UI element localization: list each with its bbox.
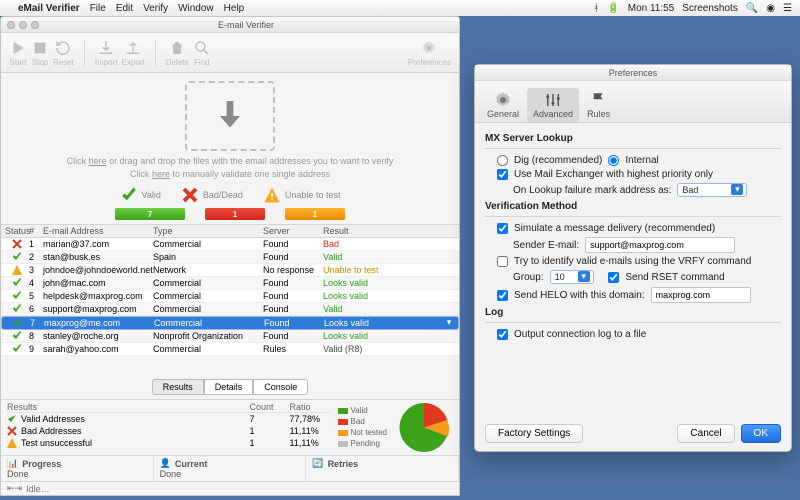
- section-log: Log: [485, 307, 781, 318]
- table-row[interactable]: 6support@maxprog.comCommercialFoundValid: [1, 303, 459, 316]
- check-mx-priority[interactable]: [497, 169, 508, 180]
- statusbar: ⇤⇥Idle…: [1, 481, 459, 495]
- reset-button[interactable]: Reset: [53, 39, 74, 67]
- flag-icon: [590, 91, 608, 109]
- retries-icon: 🔄: [312, 458, 323, 469]
- notification-icon[interactable]: ☰: [783, 3, 792, 14]
- check-simulate[interactable]: [497, 223, 508, 234]
- factory-settings-button[interactable]: Factory Settings: [485, 424, 583, 443]
- x-icon: [7, 426, 17, 436]
- bluetooth-icon[interactable]: ᚼ: [593, 3, 599, 14]
- progress-icon: 📊: [7, 458, 18, 469]
- table-row[interactable]: 9sarah@yahoo.comCommercialRulesValid (R8…: [1, 343, 459, 356]
- prefs-tab-general[interactable]: General: [481, 88, 525, 122]
- table-header: Status # E-mail Address Type Server Resu…: [1, 224, 459, 238]
- menubar-extra[interactable]: Screenshots: [682, 3, 738, 14]
- battery-icon[interactable]: 🔋: [607, 3, 619, 14]
- check-helo[interactable]: [497, 290, 508, 301]
- menu-edit[interactable]: Edit: [116, 3, 133, 14]
- table-row[interactable]: 4john@mac.comCommercialFoundLooks valid: [1, 277, 459, 290]
- legend: Valid Bad Not tested Pending: [336, 400, 389, 455]
- cancel-button[interactable]: Cancel: [677, 424, 734, 443]
- table-row[interactable]: 3johndoe@johndoeworld.netNetworkNo respo…: [1, 264, 459, 277]
- table-row[interactable]: 5helpdesk@maxprog.comCommercialFoundLook…: [1, 290, 459, 303]
- results-table[interactable]: Status # E-mail Address Type Server Resu…: [1, 224, 459, 375]
- stop-button[interactable]: Stop: [31, 39, 49, 67]
- unable-bar: 1: [285, 208, 345, 220]
- sender-email-field[interactable]: [585, 237, 735, 253]
- hint-link-2[interactable]: here: [152, 169, 170, 179]
- tab-console[interactable]: Console: [253, 379, 308, 395]
- ok-button[interactable]: OK: [741, 424, 781, 443]
- warning-icon: [263, 186, 281, 204]
- find-button[interactable]: Find: [193, 39, 211, 67]
- clock[interactable]: Mon 11:55: [628, 3, 675, 14]
- valid-bar: 7: [115, 208, 185, 220]
- import-button[interactable]: Import: [95, 39, 118, 67]
- warning-icon: [7, 438, 17, 448]
- prefs-toolbar: General Advanced Rules: [475, 81, 791, 123]
- menu-file[interactable]: File: [90, 3, 106, 14]
- menubar-app[interactable]: eMail Verifier: [18, 3, 80, 14]
- stat-valid: Valid: [120, 186, 161, 204]
- select-group[interactable]: 10: [550, 270, 594, 284]
- traffic-lights[interactable]: [7, 21, 39, 29]
- section-verif: Verification Method: [485, 201, 781, 212]
- pie-chart: [389, 400, 459, 455]
- check-icon: [7, 414, 17, 424]
- expand-icon[interactable]: ⇤⇥: [7, 483, 22, 494]
- select-failure[interactable]: Bad: [677, 183, 747, 197]
- gear-icon: [494, 91, 512, 109]
- hint-link-1[interactable]: here: [89, 156, 107, 166]
- main-titlebar: E-mail Verifier: [1, 17, 459, 33]
- stats-row: Valid Bad/Dead Unable to test: [1, 186, 459, 204]
- export-button[interactable]: Export: [122, 39, 145, 67]
- bad-bar: 1: [205, 208, 265, 220]
- main-title: E-mail Verifier: [39, 20, 453, 30]
- summary-panel: ResultsCountRatio Valid Addresses777,78%…: [1, 399, 459, 455]
- preferences-button[interactable]: Preferences: [408, 39, 451, 67]
- prefs-footer: Factory Settings Cancel OK: [475, 416, 791, 451]
- sliders-icon: [544, 91, 562, 109]
- bottom-tabs: Results Details Console: [1, 379, 459, 395]
- main-toolbar: Start Stop Reset Import Export Delete Fi…: [1, 33, 459, 73]
- mac-menubar: eMail Verifier File Edit Verify Window H…: [0, 0, 800, 16]
- radio-dig[interactable]: [497, 155, 508, 166]
- bottom-status: 📊ProgressDone 👤CurrentDone 🔄Retries: [1, 455, 459, 481]
- start-button[interactable]: Start: [9, 39, 27, 67]
- hint-text: Click here or drag and drop the files wi…: [1, 155, 459, 180]
- siri-icon[interactable]: ◉: [766, 3, 775, 14]
- main-window: E-mail Verifier Start Stop Reset Import …: [0, 16, 460, 496]
- menu-window[interactable]: Window: [178, 3, 214, 14]
- menu-verify[interactable]: Verify: [143, 3, 168, 14]
- spotlight-icon[interactable]: 🔍: [746, 3, 758, 14]
- section-mx: MX Server Lookup: [485, 133, 781, 144]
- preferences-window: Preferences General Advanced Rules MX Se…: [474, 64, 792, 452]
- prefs-body: MX Server Lookup Dig (recommended) Inter…: [475, 123, 791, 416]
- check-vrfy[interactable]: [497, 256, 508, 267]
- tab-results[interactable]: Results: [152, 379, 204, 395]
- check-icon: [120, 186, 138, 204]
- check-rset[interactable]: [608, 272, 619, 283]
- table-row[interactable]: 1marian@37.comCommercialFoundBad: [1, 238, 459, 251]
- menu-help[interactable]: Help: [224, 3, 245, 14]
- dropzone[interactable]: [185, 81, 275, 151]
- radio-internal[interactable]: [608, 155, 619, 166]
- check-log-file[interactable]: [497, 329, 508, 340]
- current-icon: 👤: [160, 458, 171, 469]
- tab-details[interactable]: Details: [204, 379, 254, 395]
- prefs-tab-advanced[interactable]: Advanced: [527, 88, 579, 122]
- delete-button[interactable]: Delete: [166, 39, 189, 67]
- download-arrow-icon: [210, 96, 250, 136]
- table-row[interactable]: 8stanley@roche.orgNonprofit Organization…: [1, 330, 459, 343]
- stat-unable: Unable to test: [263, 186, 341, 204]
- helo-domain-field[interactable]: [651, 287, 751, 303]
- table-row[interactable]: 7maxprog@me.comCommercialFoundLooks vali…: [1, 316, 459, 330]
- prefs-titlebar: Preferences: [475, 65, 791, 81]
- prefs-tab-rules[interactable]: Rules: [581, 88, 616, 122]
- table-row[interactable]: 2stan@busk.esSpainFoundValid: [1, 251, 459, 264]
- x-icon: [181, 186, 199, 204]
- stat-bad: Bad/Dead: [181, 186, 243, 204]
